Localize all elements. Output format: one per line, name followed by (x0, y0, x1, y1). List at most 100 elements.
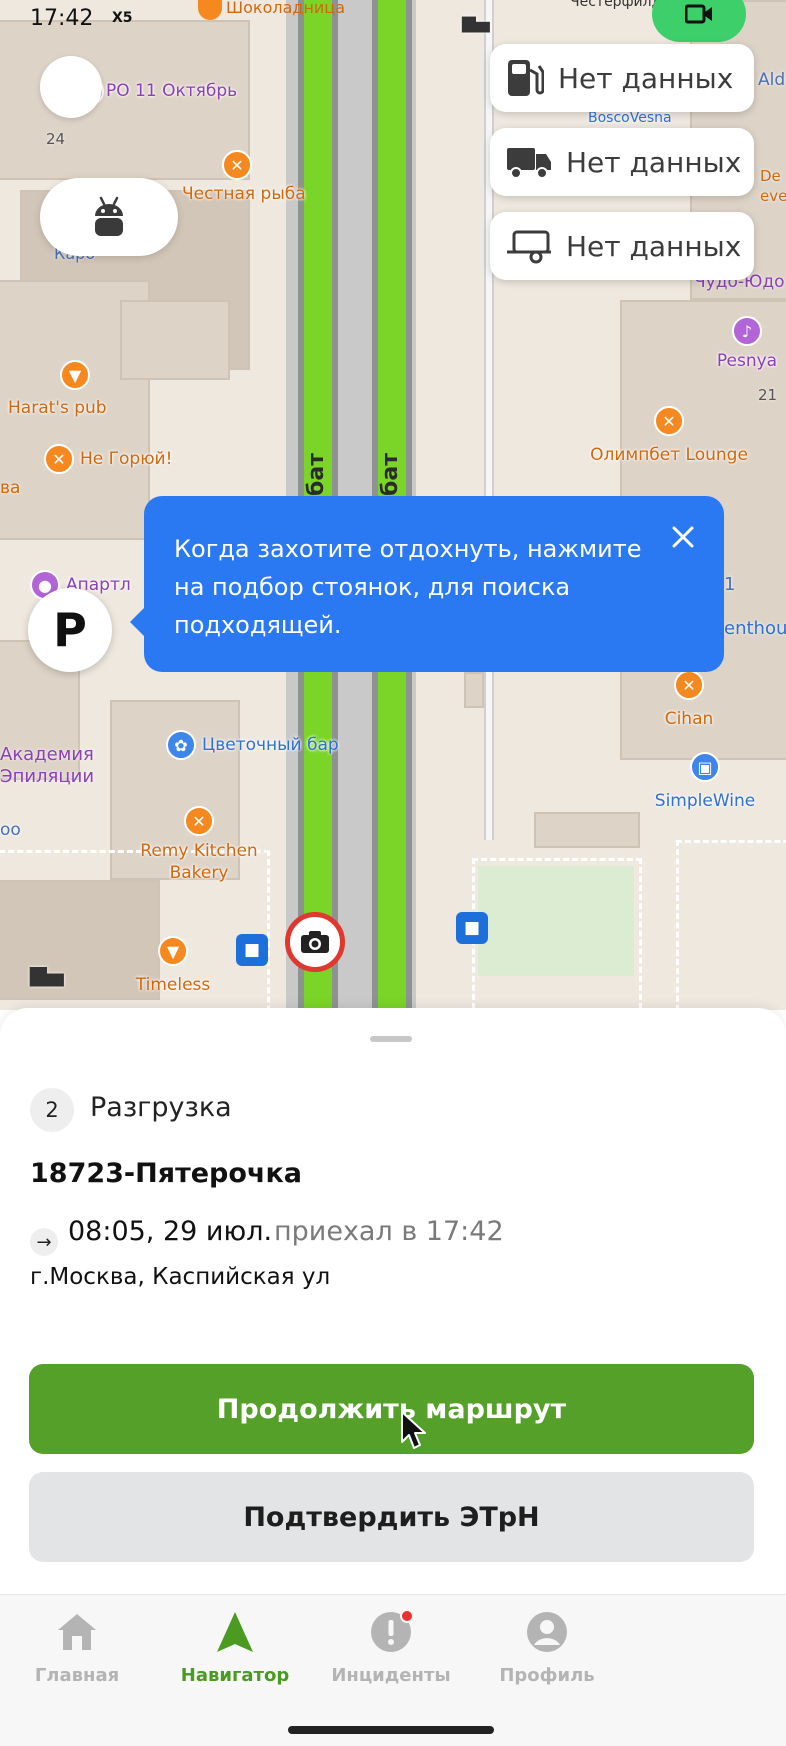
poi-label: Pesnya (716, 351, 778, 371)
poi-label: Ald (758, 70, 786, 90)
poi-label: Академия Эпиляции (0, 744, 95, 787)
notification-dot (400, 1609, 414, 1623)
map-sidewalk (676, 840, 786, 1010)
map-building (534, 812, 640, 848)
home-icon (54, 1609, 100, 1655)
poi-label: De ever (760, 167, 786, 205)
android-icon (95, 196, 123, 236)
map-house-number: 24 (46, 130, 66, 148)
map-building (120, 300, 230, 380)
poi-label-wrap: Честная рыба (182, 184, 306, 204)
close-icon[interactable] (670, 524, 696, 550)
truck-icon (507, 148, 551, 179)
stop-name: 18723-Пятерочка (30, 1158, 302, 1189)
sheet-drag-handle[interactable] (370, 1036, 412, 1042)
nav-item-navigator[interactable]: Навигатор (160, 1609, 310, 1686)
parking-search-button[interactable]: P (28, 588, 112, 672)
step-title: Разгрузка (90, 1092, 232, 1123)
fuel-icon (508, 60, 544, 96)
poi-music[interactable]: ♪ Pesnya (717, 316, 777, 371)
parking-hint-tooltip: Когда захотите отдохнуть, нажмите на под… (130, 496, 724, 672)
poi-flowers[interactable]: ✿ Цветочный бар (166, 730, 339, 760)
poi-restaurant[interactable]: ✕ Олимпбет Lounge (590, 406, 748, 465)
poi-bar[interactable]: ▼ Timeless (136, 936, 210, 995)
tooltip-text: Когда захотите отдохнуть, нажмите на под… (174, 535, 642, 639)
poi-pub[interactable]: ▼ (60, 360, 90, 390)
nav-label: Главная (34, 1665, 120, 1686)
poi-label: Шоколадница (226, 0, 345, 17)
trailer-icon (507, 230, 551, 264)
alert-icon (368, 1609, 414, 1655)
music-icon: ♪ (732, 316, 762, 346)
arrival-note: приехал в 17:42 (274, 1216, 504, 1247)
poi-label: Честная рыба (182, 184, 306, 204)
poi-shop[interactable]: ▣ SimpleWine (655, 752, 755, 811)
map-side-road (484, 0, 494, 840)
barrier-icon: ▆▄ (462, 12, 490, 33)
poi-label: Harat's pub (8, 398, 107, 418)
poi-label: ва (0, 478, 21, 498)
poi-label: Timeless (135, 975, 211, 995)
navigation-arrow-icon (212, 1609, 258, 1655)
bus-stop-icon[interactable]: ■ (236, 934, 268, 966)
android-button[interactable] (40, 178, 178, 256)
drink-icon: ▼ (60, 360, 90, 390)
truck-info-label: Нет данных (566, 145, 742, 179)
poi-label: SimpleWine (654, 791, 756, 811)
road-name-left: бат (304, 453, 329, 496)
speed-camera-icon[interactable] (285, 912, 345, 972)
home-indicator[interactable] (288, 1726, 494, 1734)
poi-restaurant[interactable]: ✕ Remy Kitchen Bakery (140, 806, 258, 883)
continue-route-button[interactable]: Продолжить маршрут (29, 1364, 754, 1454)
bus-stop-icon[interactable]: ■ (456, 912, 488, 944)
carrier-badge: X5 (112, 10, 133, 26)
poi-label: Remy Kitchen Bakery (140, 841, 258, 883)
poi-label: BoscoVesna (588, 110, 672, 126)
food-icon: ✕ (44, 444, 74, 474)
confirm-etrn-button[interactable]: Подтвердить ЭТрН (29, 1472, 754, 1562)
food-icon: ✕ (674, 670, 704, 700)
menu-button[interactable] (40, 56, 102, 118)
stop-address: г.Москва, Каспийская ул (30, 1264, 331, 1290)
poi-label: РО 11 Октябрь (106, 81, 238, 101)
barrier-icon: ▆▄ (30, 962, 64, 987)
food-icon: ✕ (654, 406, 684, 436)
road-name-right: бат (378, 453, 403, 496)
map-house-number: 21 (758, 386, 778, 404)
poi-label: Олимпбет Lounge (590, 445, 748, 465)
status-time: 17:42 (30, 6, 94, 31)
trailer-info-pill[interactable]: Нет данных (490, 212, 754, 280)
truck-info-pill[interactable]: Нет данных (490, 128, 754, 196)
step-number-badge: 2 (30, 1088, 74, 1132)
route-stop-sheet: 2 Разгрузка 18723-Пятерочка → 08:05, 29 … (0, 1008, 786, 1594)
poi-label: Не Горюй! (80, 449, 173, 469)
poi-label: Cihan (664, 709, 714, 729)
poi-restaurant[interactable]: ✕ (222, 150, 252, 180)
nav-item-profile[interactable]: Профиль (472, 1609, 622, 1686)
poi-label: Честерфилд (570, 0, 662, 10)
mouse-cursor-icon (401, 1411, 426, 1449)
video-record-button[interactable] (652, 0, 746, 42)
flower-icon: ✿ (166, 730, 196, 760)
profile-icon (524, 1609, 570, 1655)
nav-item-incidents[interactable]: Инциденты (316, 1609, 466, 1686)
fuel-info-pill[interactable]: Нет данных (490, 44, 754, 112)
poi-label: 1 (724, 574, 736, 595)
poi-restaurant[interactable]: ✕ Cihan (665, 670, 713, 729)
poi-restaurant[interactable]: ✕ Не Горюй! (44, 444, 172, 474)
poi-label: enthou (724, 618, 786, 639)
arrival-time: 08:05, 29 июл. (68, 1216, 273, 1247)
poi-label-wrap: Harat's pub (8, 398, 107, 418)
food-icon: ✕ (184, 806, 214, 836)
nav-label: Навигатор (180, 1665, 290, 1686)
drink-icon: ▼ (158, 936, 188, 966)
poi-label: Цветочный бар (202, 735, 339, 755)
shop-icon: ▣ (690, 752, 720, 782)
map-sidewalk (472, 858, 642, 1010)
bottom-navigation: Главная Навигатор Инциденты Профиль (0, 1594, 786, 1746)
poi-label: оо (0, 820, 21, 840)
fuel-info-label: Нет данных (558, 61, 734, 95)
nav-item-home[interactable]: Главная (2, 1609, 152, 1686)
video-camera-icon (685, 4, 712, 24)
nav-label: Профиль (499, 1665, 595, 1686)
